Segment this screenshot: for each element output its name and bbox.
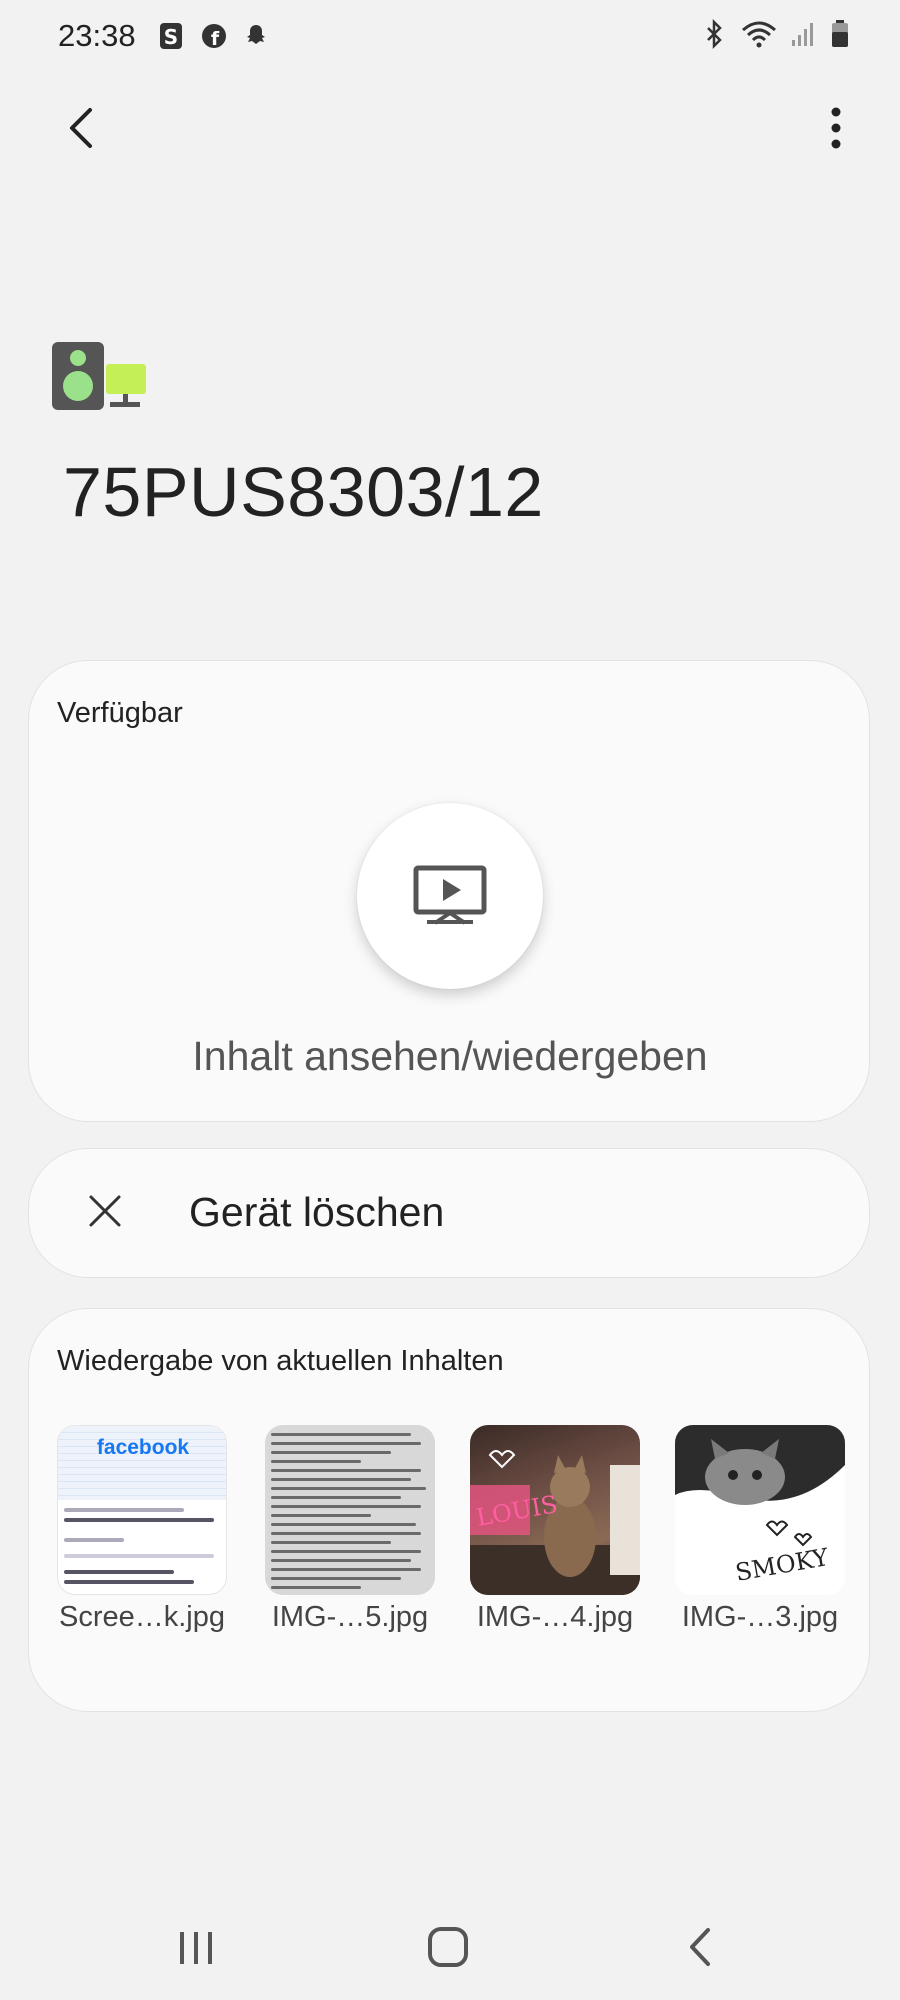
thumbnail-image: facebook — [57, 1425, 227, 1595]
status-indicators — [700, 18, 850, 50]
recent-content-list: facebook Scree…k.jpg IMG-…5.jpg LOUIS IM… — [57, 1425, 847, 1645]
system-navigation-bar — [0, 1900, 900, 2000]
available-card: Verfügbar Inhalt ansehen/wiedergeben — [28, 660, 870, 1122]
status-app-icons: S f — [158, 20, 270, 52]
signal-icon — [792, 23, 813, 46]
recent-item-cat-smoky[interactable]: SMOKY IMG-…3.jpg — [675, 1425, 845, 1634]
home-button[interactable] — [418, 1922, 478, 1970]
back-icon — [690, 1928, 710, 1966]
available-title: Verfügbar — [57, 697, 183, 729]
thumbnail-label: IMG-…4.jpg — [476, 1601, 634, 1633]
svg-text:f: f — [211, 28, 220, 50]
recents-icon — [180, 1932, 212, 1964]
recent-content-title: Wiedergabe von aktuellen Inhalten — [57, 1345, 504, 1377]
recent-content-card: Wiedergabe von aktuellen Inhalten facebo… — [28, 1308, 870, 1712]
back-button[interactable] — [58, 98, 108, 158]
thumbnail-image: SMOKY — [675, 1425, 845, 1595]
delete-device-button[interactable]: Gerät löschen — [28, 1148, 870, 1278]
more-vertical-icon — [831, 107, 841, 149]
screen-play-icon — [413, 865, 487, 925]
close-icon — [89, 1195, 121, 1227]
thumbnail-image: LOUIS — [470, 1425, 640, 1595]
delete-device-label: Gerät löschen — [189, 1189, 445, 1235]
view-play-content-label[interactable]: Inhalt ansehen/wiedergeben — [29, 1033, 871, 1080]
thumbnail-label: IMG-…3.jpg — [681, 1601, 839, 1633]
snapchat-icon — [247, 25, 265, 44]
home-icon — [428, 1927, 468, 1967]
recents-button[interactable] — [166, 1922, 226, 1970]
svg-text:S: S — [164, 25, 178, 49]
view-play-content-button[interactable] — [357, 803, 543, 989]
recent-item-text-image[interactable]: IMG-…5.jpg — [265, 1425, 435, 1634]
status-time: 23:38 — [58, 18, 136, 53]
s-app-icon: S — [160, 23, 182, 49]
facebook-icon: f — [202, 24, 226, 50]
status-bar: 23:38 S f — [0, 0, 900, 72]
more-options-button[interactable] — [816, 98, 856, 158]
battery-icon — [832, 20, 848, 47]
wifi-icon — [742, 21, 776, 48]
recent-item-cat-louis[interactable]: LOUIS IMG-…4.jpg — [470, 1425, 640, 1634]
speaker-monitor-icon — [52, 342, 146, 410]
facebook-logo-text: facebook — [96, 1436, 190, 1459]
top-app-bar — [0, 90, 900, 162]
thumbnail-label: Scree…k.jpg — [58, 1601, 225, 1633]
bluetooth-icon — [707, 18, 722, 50]
thumbnail-image — [265, 1425, 435, 1595]
recent-item-screenshot[interactable]: facebook Scree…k.jpg — [57, 1425, 227, 1634]
thumbnail-label: IMG-…5.jpg — [271, 1601, 429, 1633]
system-back-button[interactable] — [670, 1922, 730, 1970]
device-name: 75PUS8303/12 — [63, 453, 544, 531]
chevron-left-icon — [70, 108, 92, 148]
